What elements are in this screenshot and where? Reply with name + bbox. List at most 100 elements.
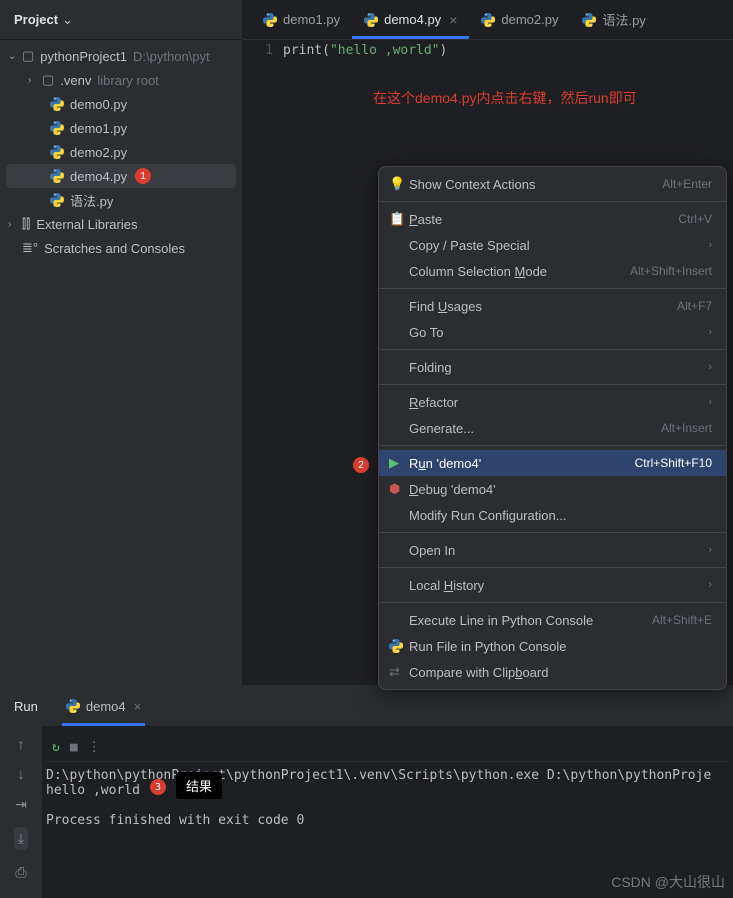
label: Local History: [409, 578, 708, 593]
output-line: hello ,world: [46, 783, 729, 798]
chevron-right-icon: ›: [708, 361, 712, 373]
menu-column-selection[interactable]: Column Selection Mode Alt+Shift+Insert: [379, 258, 726, 284]
bulb-icon: 💡: [389, 176, 409, 192]
print-icon[interactable]: ⎙: [15, 864, 26, 881]
project-name: pythonProject1: [40, 49, 127, 64]
file-name: demo2.py: [70, 145, 127, 160]
shortcut: Alt+Insert: [661, 421, 712, 435]
label: Show Context Actions: [409, 177, 662, 192]
python-icon: [50, 145, 64, 159]
label: Refactor: [409, 395, 708, 410]
run-icon: ▶: [389, 455, 409, 471]
chevron-right-icon: ›: [708, 326, 712, 338]
shortcut: Ctrl+Shift+F10: [635, 456, 712, 470]
chevron-right-icon: ›: [708, 239, 712, 251]
folder-icon: ▢: [42, 72, 54, 88]
code-editor[interactable]: 1 print("hello ,world"): [243, 40, 733, 58]
project-path: D:\python\pyt: [133, 49, 210, 64]
result-label: 结果: [176, 772, 222, 799]
venv-folder[interactable]: › ▢ .venv library root: [0, 68, 242, 92]
file-demo4[interactable]: demo4.py 1: [6, 164, 236, 188]
file-demo0[interactable]: demo0.py: [0, 92, 242, 116]
output-line: Process finished with exit code 0: [46, 813, 729, 828]
separator: [379, 384, 726, 385]
annotation-badge-1: 1: [135, 168, 151, 184]
file-demo2[interactable]: demo2.py: [0, 140, 242, 164]
folder-name: .venv: [60, 73, 91, 88]
python-icon: [50, 97, 64, 111]
menu-folding[interactable]: Folding ›: [379, 354, 726, 380]
project-root[interactable]: ⌄ ▢ pythonProject1 D:\python\pyt: [0, 44, 242, 68]
annotation-badge-2: 2: [353, 457, 369, 473]
python-icon: [263, 13, 277, 27]
menu-exec-line-console[interactable]: Execute Line in Python Console Alt+Shift…: [379, 607, 726, 633]
menu-run-file-console[interactable]: Run File in Python Console: [379, 633, 726, 659]
python-icon: [50, 169, 64, 183]
folder-icon: ▢: [22, 48, 34, 64]
softwrap-icon[interactable]: ⇥: [15, 796, 27, 813]
tab-label: demo2.py: [501, 12, 558, 27]
shortcut: Alt+Shift+E: [652, 613, 712, 627]
close-icon[interactable]: ×: [134, 699, 142, 714]
menu-goto[interactable]: Go To ›: [379, 319, 726, 345]
run-title: Run: [14, 699, 38, 714]
menu-refactor[interactable]: Refactor ›: [379, 389, 726, 415]
tab-demo2[interactable]: demo2.py: [469, 0, 570, 39]
chevron-right-icon: ›: [708, 396, 712, 408]
python-icon: [364, 13, 378, 27]
file-yufa[interactable]: 语法.py: [0, 188, 242, 212]
menu-run[interactable]: ▶ Run 'demo4' Ctrl+Shift+F10: [379, 450, 726, 476]
more-icon[interactable]: ⋮: [88, 740, 101, 755]
menu-show-context-actions[interactable]: 💡 Show Context Actions Alt+Enter: [379, 171, 726, 197]
menu-open-in[interactable]: Open In ›: [379, 537, 726, 563]
python-icon: [50, 121, 64, 135]
tab-demo4[interactable]: demo4.py ×: [352, 0, 469, 39]
tab-demo1[interactable]: demo1.py: [251, 0, 352, 39]
menu-find-usages[interactable]: Find Usages Alt+F7: [379, 293, 726, 319]
string-literal: "hello ,world": [330, 43, 440, 58]
down-icon[interactable]: ↓: [18, 766, 25, 782]
shortcut: Alt+Shift+Insert: [630, 264, 712, 278]
scratches[interactable]: ≣° Scratches and Consoles: [0, 236, 242, 260]
label: Generate...: [409, 421, 661, 436]
external-libraries[interactable]: › ⫿⫿ External Libraries: [0, 212, 242, 236]
up-icon[interactable]: ↑: [18, 736, 25, 752]
paste-icon: 📋: [389, 211, 409, 227]
menu-paste[interactable]: 📋 Paste Ctrl+V: [379, 206, 726, 232]
function-call: print: [283, 43, 322, 58]
tab-label: demo4: [86, 699, 126, 714]
menu-generate[interactable]: Generate... Alt+Insert: [379, 415, 726, 441]
paren: (: [322, 43, 330, 58]
line-number: 1: [243, 43, 283, 58]
file-name: demo0.py: [70, 97, 127, 112]
debug-icon: ⬢: [389, 481, 409, 497]
menu-local-history[interactable]: Local History ›: [379, 572, 726, 598]
scroll-to-end-icon[interactable]: ⤓: [14, 827, 28, 850]
close-icon[interactable]: ×: [449, 12, 457, 28]
tab-label: demo4.py: [384, 12, 441, 27]
rerun-icon[interactable]: ↻: [52, 740, 60, 755]
file-demo1[interactable]: demo1.py: [0, 116, 242, 140]
separator: [379, 445, 726, 446]
project-sidebar: Project ⌄ ⌄ ▢ pythonProject1 D:\python\p…: [0, 0, 243, 685]
output-line: [46, 798, 729, 813]
menu-copy-paste-special[interactable]: Copy / Paste Special ›: [379, 232, 726, 258]
watermark: CSDN @大山很山: [611, 872, 725, 892]
folder-hint: library root: [97, 73, 158, 88]
compare-icon: ⇄: [389, 664, 409, 680]
menu-modify-run-config[interactable]: Modify Run Configuration...: [379, 502, 726, 528]
label: Copy / Paste Special: [409, 238, 708, 253]
sidebar-header[interactable]: Project ⌄: [0, 0, 242, 40]
stop-icon[interactable]: ■: [70, 740, 78, 755]
tab-yufa[interactable]: 语法.py: [570, 0, 657, 39]
sidebar-title: Project: [14, 12, 58, 27]
menu-debug[interactable]: ⬢ Debug 'demo4': [379, 476, 726, 502]
separator: [379, 532, 726, 533]
annotation-text: 在这个demo4.py内点击右键，然后run即可: [243, 58, 733, 108]
menu-compare-clipboard[interactable]: ⇄ Compare with Clipboard: [379, 659, 726, 685]
run-tab-demo4[interactable]: demo4 ×: [62, 686, 145, 726]
python-icon: [481, 13, 495, 27]
context-menu: 💡 Show Context Actions Alt+Enter 📋 Paste…: [378, 166, 727, 690]
file-name: 语法.py: [70, 191, 113, 210]
python-icon: [582, 13, 596, 27]
